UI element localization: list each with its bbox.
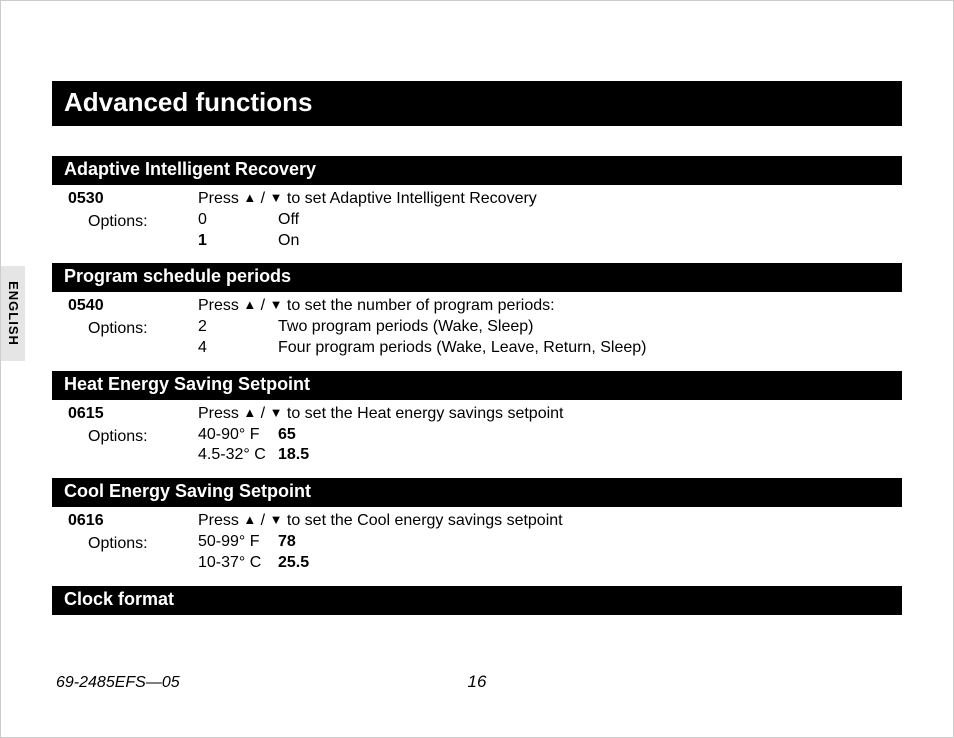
option-key: 4 (198, 338, 278, 359)
section-body: 0530Options:Press ▲ / ▼ to set Adaptive … (56, 185, 898, 263)
function-description: Press ▲ / ▼ to set the Heat energy savin… (198, 404, 898, 466)
option-line: 4.5-32° C18.5 (198, 445, 898, 466)
language-label: ENGLISH (6, 281, 21, 346)
section-header: Program schedule periods (52, 263, 902, 292)
option-line: 4Four program periods (Wake, Leave, Retu… (198, 338, 898, 359)
sections-container: Adaptive Intelligent Recovery0530Options… (56, 156, 898, 615)
options-label: Options: (68, 532, 198, 555)
page-title-bar: Advanced functions (52, 81, 902, 126)
option-text: 78 (278, 532, 296, 553)
option-text: Four program periods (Wake, Leave, Retur… (278, 338, 646, 359)
function-description: Press ▲ / ▼ to set the Cool energy savin… (198, 511, 898, 573)
function-code: 0540Options: (68, 296, 198, 358)
option-text: 18.5 (278, 445, 309, 466)
option-line: 0Off (198, 210, 898, 231)
option-key: 1 (198, 231, 278, 252)
down-arrow-icon: ▼ (270, 512, 283, 527)
up-arrow-icon: ▲ (243, 405, 256, 420)
up-arrow-icon: ▲ (243, 512, 256, 527)
manual-page: ENGLISH Advanced functions Adaptive Inte… (0, 0, 954, 738)
section-body: 0540Options:Press ▲ / ▼ to set the numbe… (56, 292, 898, 370)
option-line: 10-37° C25.5 (198, 553, 898, 574)
page-number: 16 (56, 672, 898, 692)
options-label: Options: (68, 425, 198, 448)
press-instruction: Press ▲ / ▼ to set the Heat energy savin… (198, 404, 898, 425)
option-text: 25.5 (278, 553, 309, 574)
up-arrow-icon: ▲ (243, 190, 256, 205)
option-key: 2 (198, 317, 278, 338)
function-description: Press ▲ / ▼ to set the number of program… (198, 296, 898, 358)
press-instruction: Press ▲ / ▼ to set Adaptive Intelligent … (198, 189, 898, 210)
function-code: 0616Options: (68, 511, 198, 573)
option-text: On (278, 231, 299, 252)
option-text: Two program periods (Wake, Sleep) (278, 317, 534, 338)
option-text: Off (278, 210, 299, 231)
function-code: 0615Options: (68, 404, 198, 466)
option-key: 0 (198, 210, 278, 231)
option-line: 2Two program periods (Wake, Sleep) (198, 317, 898, 338)
section-body: 0615Options:Press ▲ / ▼ to set the Heat … (56, 400, 898, 478)
press-instruction: Press ▲ / ▼ to set the number of program… (198, 296, 898, 317)
page-footer: 69-2485EFS—05 16 (56, 670, 898, 692)
option-text: 65 (278, 425, 296, 446)
section-body: 0616Options:Press ▲ / ▼ to set the Cool … (56, 507, 898, 585)
down-arrow-icon: ▼ (270, 297, 283, 312)
page-title: Advanced functions (64, 87, 890, 118)
options-label: Options: (68, 210, 198, 233)
section-header: Adaptive Intelligent Recovery (52, 156, 902, 185)
option-key: 40-90° F (198, 425, 278, 446)
down-arrow-icon: ▼ (270, 405, 283, 420)
up-arrow-icon: ▲ (243, 297, 256, 312)
language-tab: ENGLISH (1, 266, 25, 361)
section-header: Heat Energy Saving Setpoint (52, 371, 902, 400)
option-line: 50-99° F78 (198, 532, 898, 553)
section-header: Cool Energy Saving Setpoint (52, 478, 902, 507)
down-arrow-icon: ▼ (270, 190, 283, 205)
press-instruction: Press ▲ / ▼ to set the Cool energy savin… (198, 511, 898, 532)
option-key: 50-99° F (198, 532, 278, 553)
option-line: 1On (198, 231, 898, 252)
function-code: 0530Options: (68, 189, 198, 251)
section-header: Clock format (52, 586, 902, 615)
option-line: 40-90° F65 (198, 425, 898, 446)
option-key: 10-37° C (198, 553, 278, 574)
function-description: Press ▲ / ▼ to set Adaptive Intelligent … (198, 189, 898, 251)
options-label: Options: (68, 317, 198, 340)
option-key: 4.5-32° C (198, 445, 278, 466)
